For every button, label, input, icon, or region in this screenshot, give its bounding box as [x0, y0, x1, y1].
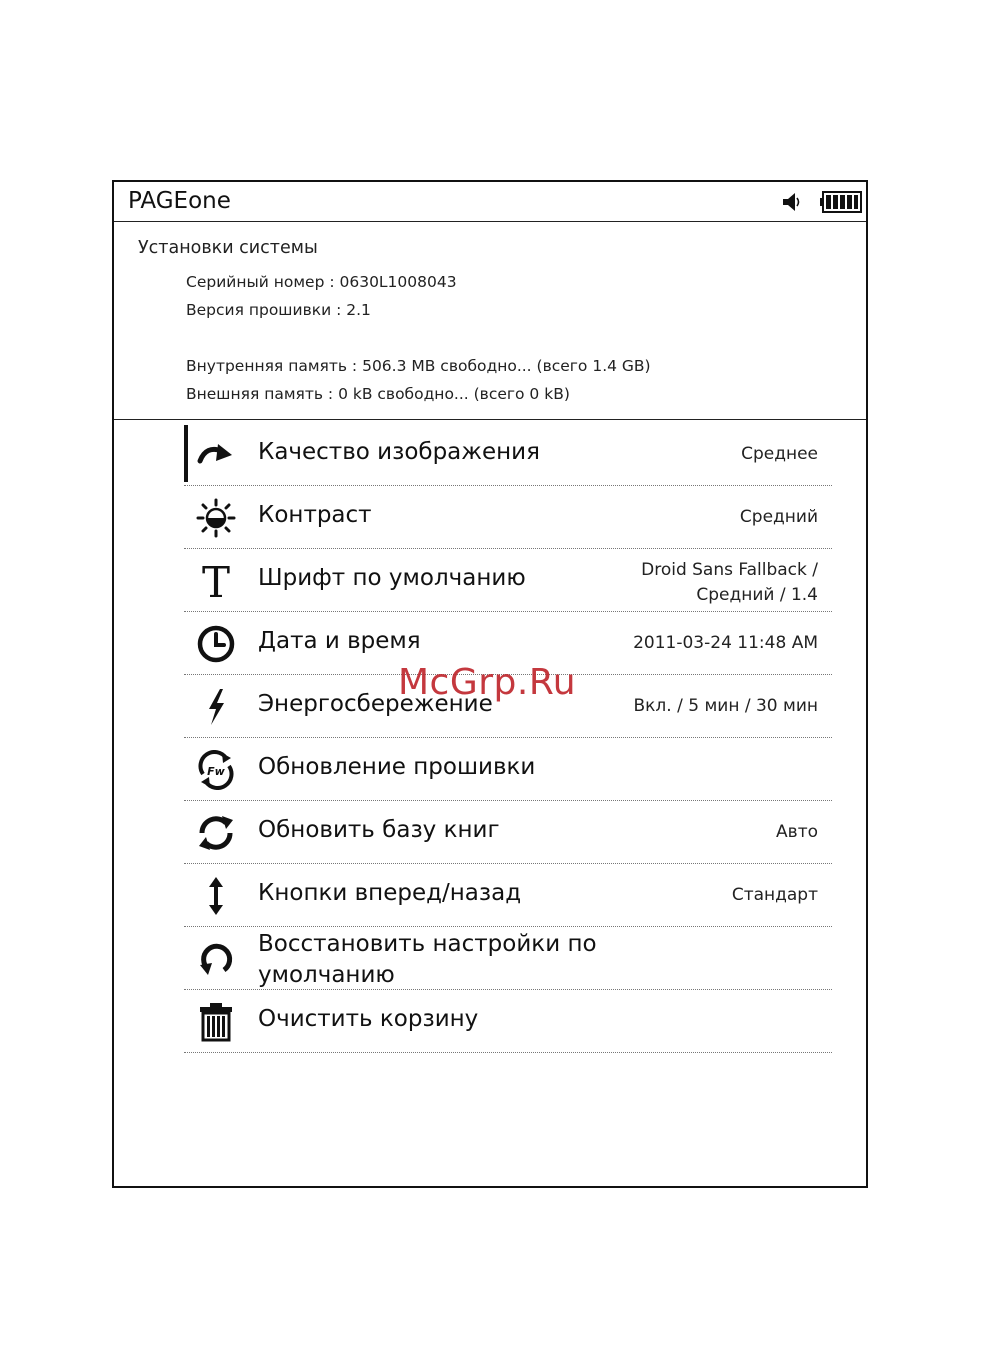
- menu-item-value: Droid Sans Fallback / Средний / 1.4: [641, 558, 818, 608]
- svg-text:T: T: [202, 561, 230, 601]
- menu-item-label: Шрифт по умолчанию: [258, 565, 526, 591]
- restore-icon: [196, 939, 236, 979]
- menu-item-label: Восстановить настройки по умолчанию: [258, 931, 597, 988]
- menu-item-label: Кнопки вперед/назад: [258, 880, 522, 906]
- menu-item-value: 2011-03-24 11:48 AM: [633, 633, 818, 653]
- app-title: PAGEone: [128, 188, 231, 214]
- battery-full-icon: [820, 191, 862, 213]
- watermark: McGrp.Ru: [398, 662, 577, 703]
- menu-item-image-quality[interactable]: Качество изображения Среднее: [184, 423, 832, 486]
- settings-menu: Качество изображения Среднее Контраст Ср…: [184, 423, 832, 1053]
- menu-item-label: Дата и время: [258, 628, 421, 654]
- font-icon: T: [196, 561, 236, 601]
- menu-item-label: Качество изображения: [258, 439, 540, 465]
- menu-item-page-buttons[interactable]: Кнопки вперед/назад Стандарт: [184, 864, 832, 927]
- menu-item-value: Авто: [776, 822, 818, 842]
- menu-item-default-font[interactable]: T Шрифт по умолчанию Droid Sans Fallback…: [184, 549, 832, 612]
- external-memory: Внешняя память : 0 kB свободно... (всего…: [186, 385, 570, 403]
- system-info-panel: Установки системы Серийный номер : 0630L…: [114, 222, 866, 420]
- speaker-icon[interactable]: [780, 191, 804, 213]
- contrast-sun-icon: [196, 498, 236, 538]
- menu-item-label: Обновление прошивки: [258, 754, 536, 780]
- firmware-update-icon: Fw: [196, 750, 236, 790]
- firmware-version: Версия прошивки : 2.1: [186, 301, 371, 319]
- lightning-icon: [196, 687, 236, 727]
- font-value-line2: Средний / 1.4: [696, 585, 818, 605]
- menu-item-value: Стандарт: [731, 885, 818, 905]
- menu-item-firmware-update[interactable]: Fw Обновление прошивки: [184, 738, 832, 801]
- title-bar: PAGEone: [114, 182, 866, 222]
- sync-icon: [196, 813, 236, 853]
- menu-item-empty-trash[interactable]: Очистить корзину: [184, 990, 832, 1053]
- trash-icon: [196, 1002, 236, 1042]
- font-value-line1: Droid Sans Fallback /: [641, 560, 818, 580]
- clock-icon: [196, 624, 236, 664]
- menu-item-value: Вкл. / 5 мин / 30 мин: [633, 696, 818, 716]
- up-down-arrow-icon: [196, 876, 236, 916]
- serial-number: Серийный номер : 0630L1008043: [186, 273, 457, 291]
- menu-item-label: Контраст: [258, 502, 372, 528]
- menu-item-value: Среднее: [741, 444, 818, 464]
- menu-item-value: Средний: [739, 507, 818, 527]
- menu-item-update-library[interactable]: Обновить базу книг Авто: [184, 801, 832, 864]
- refresh-arrow-icon: [196, 435, 236, 475]
- internal-memory: Внутренняя память : 506.3 MB свободно...…: [186, 357, 651, 375]
- menu-item-label: Очистить корзину: [258, 1006, 479, 1032]
- menu-item-contrast[interactable]: Контраст Средний: [184, 486, 832, 549]
- menu-item-restore-defaults[interactable]: Восстановить настройки по умолчанию: [184, 927, 832, 990]
- menu-item-label: Обновить базу книг: [258, 817, 500, 843]
- svg-text:Fw: Fw: [207, 765, 226, 778]
- system-settings-heading: Установки системы: [138, 238, 318, 258]
